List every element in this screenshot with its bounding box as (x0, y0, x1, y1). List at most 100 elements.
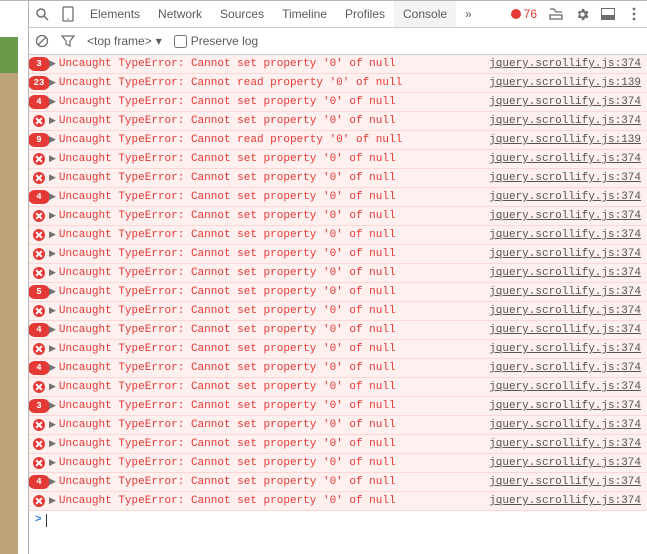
error-source-link[interactable]: jquery.scrollify.js:374 (489, 210, 643, 222)
error-source-link[interactable]: jquery.scrollify.js:374 (489, 495, 643, 507)
console-error-row[interactable]: ▶Uncaught TypeError: Cannot set property… (29, 150, 647, 169)
disclosure-triangle-icon[interactable]: ▶ (49, 211, 56, 221)
dock-icon[interactable] (595, 1, 621, 27)
error-source-link[interactable]: jquery.scrollify.js:374 (489, 362, 643, 374)
disclosure-triangle-icon[interactable]: ▶ (49, 78, 56, 88)
console-error-row[interactable]: ▶Uncaught TypeError: Cannot set property… (29, 454, 647, 473)
disclosure-triangle-icon[interactable]: ▶ (49, 496, 56, 506)
error-counter[interactable]: 76 (505, 7, 543, 21)
disclosure-triangle-icon[interactable]: ▶ (49, 59, 56, 69)
tab-network[interactable]: Network (149, 1, 211, 27)
disclosure-triangle-icon[interactable]: ▶ (49, 154, 56, 164)
disclosure-triangle-icon[interactable]: ▶ (49, 192, 56, 202)
kebab-menu-icon[interactable] (621, 1, 647, 27)
tab-console[interactable]: Console (394, 1, 456, 27)
console-error-row[interactable]: 4▶Uncaught TypeError: Cannot set propert… (29, 188, 647, 207)
show-drawer-icon[interactable] (543, 1, 569, 27)
error-x-icon (33, 495, 45, 507)
console-error-row[interactable]: 4▶Uncaught TypeError: Cannot set propert… (29, 473, 647, 492)
console-error-row[interactable]: 5▶Uncaught TypeError: Cannot set propert… (29, 283, 647, 302)
tab-profiles[interactable]: Profiles (336, 1, 394, 27)
error-source-link[interactable]: jquery.scrollify.js:374 (489, 172, 643, 184)
console-error-row[interactable]: 4▶Uncaught TypeError: Cannot set propert… (29, 93, 647, 112)
disclosure-triangle-icon[interactable]: ▶ (49, 116, 56, 126)
disclosure-triangle-icon[interactable]: ▶ (49, 306, 56, 316)
disclosure-triangle-icon[interactable]: ▶ (49, 363, 56, 373)
disclosure-triangle-icon[interactable]: ▶ (49, 173, 56, 183)
settings-gear-icon[interactable] (569, 1, 595, 27)
row-icon: 3 (31, 57, 47, 71)
disclosure-triangle-icon[interactable]: ▶ (49, 382, 56, 392)
console-error-row[interactable]: 3▶Uncaught TypeError: Cannot set propert… (29, 397, 647, 416)
error-source-link[interactable]: jquery.scrollify.js:374 (489, 58, 643, 70)
error-source-link[interactable]: jquery.scrollify.js:374 (489, 115, 643, 127)
disclosure-triangle-icon[interactable]: ▶ (49, 344, 56, 354)
tab-timeline[interactable]: Timeline (273, 1, 336, 27)
error-source-link[interactable]: jquery.scrollify.js:374 (489, 248, 643, 260)
console-error-row[interactable]: 23▶Uncaught TypeError: Cannot read prope… (29, 74, 647, 93)
console-error-row[interactable]: 9▶Uncaught TypeError: Cannot read proper… (29, 131, 647, 150)
console-error-row[interactable]: ▶Uncaught TypeError: Cannot set property… (29, 245, 647, 264)
row-icon (31, 210, 47, 222)
disclosure-triangle-icon[interactable]: ▶ (49, 135, 56, 145)
more-tabs-button[interactable]: » (456, 1, 481, 27)
console-error-row[interactable]: ▶Uncaught TypeError: Cannot set property… (29, 302, 647, 321)
error-source-link[interactable]: jquery.scrollify.js:374 (489, 438, 643, 450)
disclosure-triangle-icon[interactable]: ▶ (49, 439, 56, 449)
error-source-link[interactable]: jquery.scrollify.js:374 (489, 286, 643, 298)
error-source-link[interactable]: jquery.scrollify.js:374 (489, 419, 643, 431)
error-source-link[interactable]: jquery.scrollify.js:139 (489, 134, 643, 146)
error-source-link[interactable]: jquery.scrollify.js:374 (489, 476, 643, 488)
error-source-link[interactable]: jquery.scrollify.js:374 (489, 267, 643, 279)
error-source-link[interactable]: jquery.scrollify.js:139 (489, 77, 643, 89)
frame-selector[interactable]: <top frame> ▾ (81, 34, 168, 48)
console-log[interactable]: 3▶Uncaught TypeError: Cannot set propert… (29, 55, 647, 554)
disclosure-triangle-icon[interactable]: ▶ (49, 477, 56, 487)
disclosure-triangle-icon[interactable]: ▶ (49, 230, 56, 240)
device-icon[interactable] (55, 1, 81, 27)
tab-elements[interactable]: Elements (81, 1, 149, 27)
error-source-link[interactable]: jquery.scrollify.js:374 (489, 96, 643, 108)
console-error-row[interactable]: ▶Uncaught TypeError: Cannot set property… (29, 435, 647, 454)
preserve-log-checkbox[interactable]: Preserve log (168, 34, 258, 48)
disclosure-triangle-icon[interactable]: ▶ (49, 420, 56, 430)
console-error-row[interactable]: ▶Uncaught TypeError: Cannot set property… (29, 207, 647, 226)
console-error-row[interactable]: ▶Uncaught TypeError: Cannot set property… (29, 492, 647, 511)
preserve-log-input[interactable] (174, 35, 187, 48)
error-source-link[interactable]: jquery.scrollify.js:374 (489, 191, 643, 203)
error-x-icon (33, 438, 45, 450)
inspect-icon[interactable] (29, 1, 55, 27)
console-error-row[interactable]: ▶Uncaught TypeError: Cannot set property… (29, 226, 647, 245)
error-x-icon (33, 267, 45, 279)
console-error-row[interactable]: ▶Uncaught TypeError: Cannot set property… (29, 169, 647, 188)
disclosure-triangle-icon[interactable]: ▶ (49, 401, 56, 411)
error-source-link[interactable]: jquery.scrollify.js:374 (489, 305, 643, 317)
console-error-row[interactable]: ▶Uncaught TypeError: Cannot set property… (29, 112, 647, 131)
console-error-row[interactable]: 4▶Uncaught TypeError: Cannot set propert… (29, 359, 647, 378)
error-source-link[interactable]: jquery.scrollify.js:374 (489, 229, 643, 241)
disclosure-triangle-icon[interactable]: ▶ (49, 458, 56, 468)
console-error-row[interactable]: ▶Uncaught TypeError: Cannot set property… (29, 340, 647, 359)
error-source-link[interactable]: jquery.scrollify.js:374 (489, 153, 643, 165)
disclosure-triangle-icon[interactable]: ▶ (49, 97, 56, 107)
error-source-link[interactable]: jquery.scrollify.js:374 (489, 457, 643, 469)
disclosure-triangle-icon[interactable]: ▶ (49, 325, 56, 335)
console-error-row[interactable]: 3▶Uncaught TypeError: Cannot set propert… (29, 55, 647, 74)
error-message: Uncaught TypeError: Cannot set property … (59, 248, 489, 260)
console-error-row[interactable]: ▶Uncaught TypeError: Cannot set property… (29, 378, 647, 397)
console-error-row[interactable]: 4▶Uncaught TypeError: Cannot set propert… (29, 321, 647, 340)
error-source-link[interactable]: jquery.scrollify.js:374 (489, 400, 643, 412)
disclosure-triangle-icon[interactable]: ▶ (49, 287, 56, 297)
clear-console-icon[interactable] (29, 28, 55, 54)
console-error-row[interactable]: ▶Uncaught TypeError: Cannot set property… (29, 416, 647, 435)
error-source-link[interactable]: jquery.scrollify.js:374 (489, 343, 643, 355)
console-prompt[interactable]: > (29, 511, 647, 529)
disclosure-triangle-icon[interactable]: ▶ (49, 249, 56, 259)
tab-sources[interactable]: Sources (211, 1, 273, 27)
disclosure-triangle-icon[interactable]: ▶ (49, 268, 56, 278)
error-source-link[interactable]: jquery.scrollify.js:374 (489, 381, 643, 393)
error-source-link[interactable]: jquery.scrollify.js:374 (489, 324, 643, 336)
row-icon (31, 457, 47, 469)
console-error-row[interactable]: ▶Uncaught TypeError: Cannot set property… (29, 264, 647, 283)
filter-icon[interactable] (55, 28, 81, 54)
